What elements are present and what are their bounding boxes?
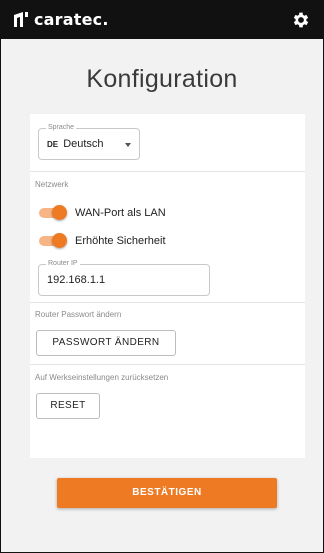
app-window: caratec. Konfiguration Sprache DE Deutsc… bbox=[0, 0, 324, 553]
security-toggle[interactable] bbox=[39, 233, 67, 249]
language-name: Deutsch bbox=[63, 138, 104, 150]
toggle-thumb bbox=[52, 205, 67, 220]
brand-logo: caratec. bbox=[12, 7, 109, 31]
language-label: Sprache bbox=[46, 123, 77, 133]
network-section-label: Netzwerk bbox=[35, 180, 69, 189]
router-ip-field[interactable]: Router IP 192.168.1.1 bbox=[38, 259, 210, 296]
divider bbox=[30, 302, 305, 303]
page-title: Konfiguration bbox=[86, 65, 238, 93]
router-ip-value: 192.168.1.1 bbox=[47, 274, 106, 286]
app-bar: caratec. bbox=[1, 1, 323, 39]
change-password-button[interactable]: PASSWORT ÄNDERN bbox=[36, 330, 176, 356]
router-ip-label: Router IP bbox=[46, 259, 80, 269]
divider bbox=[30, 171, 305, 172]
password-section-label: Router Passwort ändern bbox=[35, 310, 122, 319]
language-select[interactable]: Sprache DE Deutsch bbox=[38, 123, 140, 160]
reset-button[interactable]: RESET bbox=[36, 393, 100, 419]
reset-section-label: Auf Werkseinstellungen zurücksetzen bbox=[35, 373, 169, 382]
wan-port-toggle[interactable] bbox=[39, 205, 67, 221]
gear-icon[interactable] bbox=[291, 10, 311, 30]
wan-port-label: WAN-Port als LAN bbox=[75, 207, 166, 219]
divider bbox=[30, 364, 305, 365]
settings-card: Sprache DE Deutsch Netzwerk WAN-Port als… bbox=[30, 114, 305, 458]
chevron-down-icon bbox=[125, 143, 131, 147]
confirm-button[interactable]: BESTÄTIGEN bbox=[57, 478, 277, 508]
security-toggle-row: Erhöhte Sicherheit bbox=[39, 233, 166, 249]
brand-name: caratec. bbox=[34, 9, 109, 29]
language-code: DE bbox=[47, 140, 59, 149]
security-label: Erhöhte Sicherheit bbox=[75, 235, 166, 247]
caratec-logo-icon bbox=[14, 11, 28, 27]
toggle-thumb bbox=[52, 233, 67, 248]
language-value: DE Deutsch bbox=[47, 138, 104, 150]
wan-port-toggle-row: WAN-Port als LAN bbox=[39, 205, 166, 221]
